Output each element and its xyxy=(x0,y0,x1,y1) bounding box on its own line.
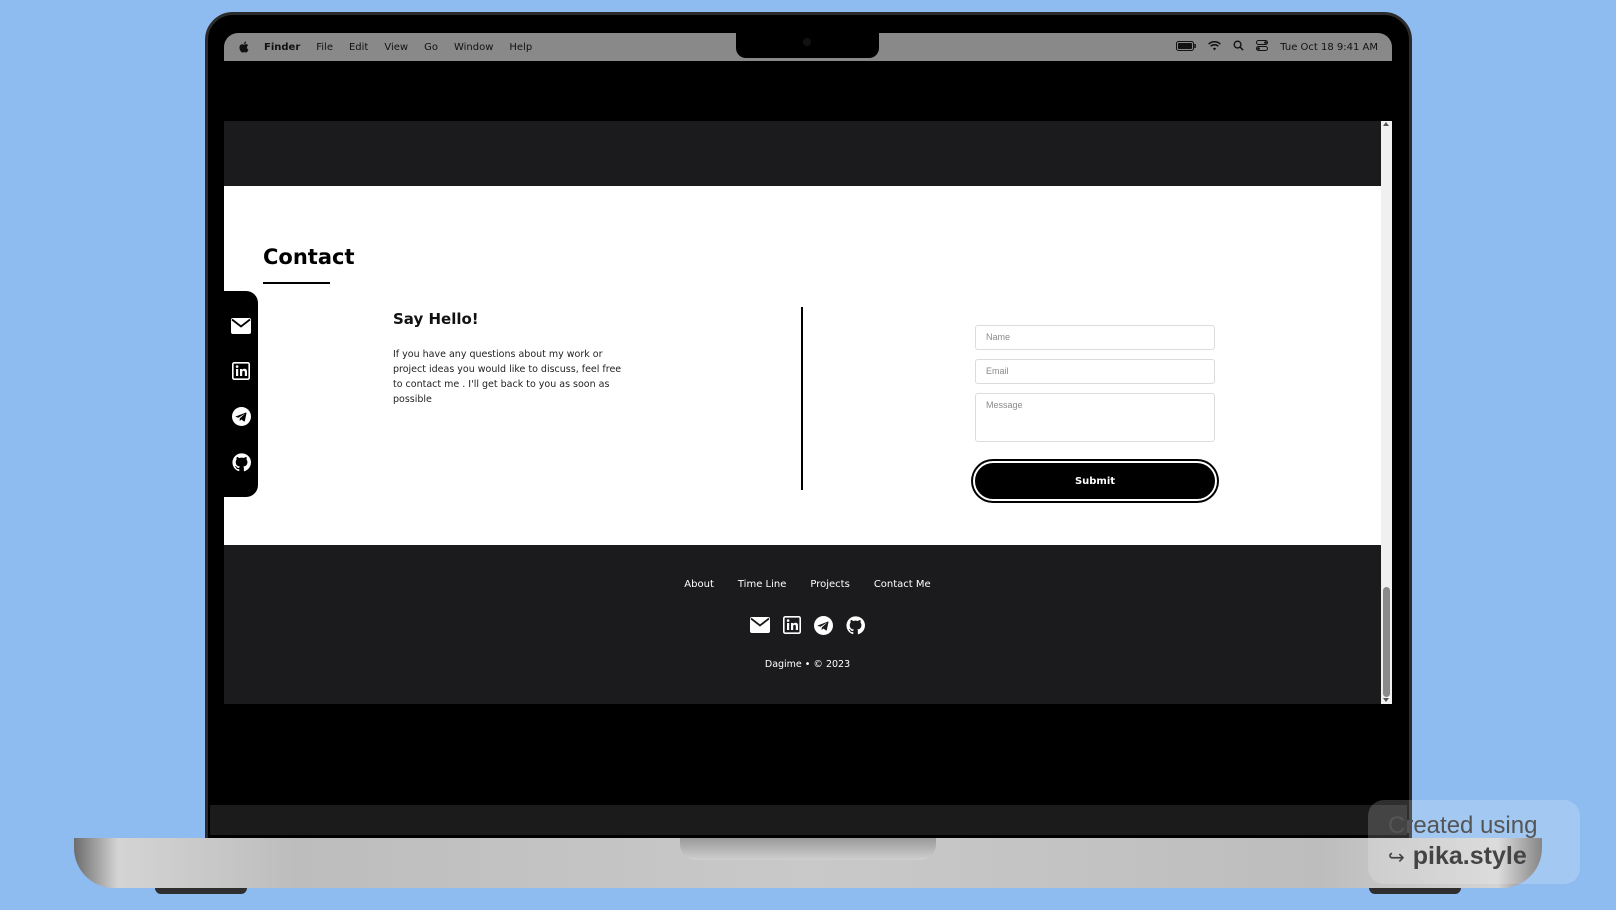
vertical-divider xyxy=(801,307,803,490)
github-icon[interactable] xyxy=(846,615,866,635)
header-band xyxy=(224,121,1381,186)
laptop-foot-left xyxy=(155,888,247,894)
web-page: Contact Say Hello! If you have any quest… xyxy=(224,121,1392,704)
page-scrollbar[interactable] xyxy=(1381,121,1392,704)
screen-bottom-area xyxy=(224,704,1392,804)
menu-edit[interactable]: Edit xyxy=(349,42,368,53)
email-input[interactable]: Email xyxy=(975,359,1215,384)
footer-social-icons xyxy=(224,615,1381,635)
menu-view[interactable]: View xyxy=(384,42,408,53)
menu-file[interactable]: File xyxy=(316,42,333,53)
linkedin-icon[interactable] xyxy=(230,360,252,382)
watermark-line1: Created using xyxy=(1388,812,1538,839)
menu-app-name[interactable]: Finder xyxy=(264,42,300,53)
screen-top-area xyxy=(224,61,1392,121)
laptop-foot-right xyxy=(1369,888,1461,894)
scroll-up-arrow-icon[interactable] xyxy=(1383,122,1389,126)
linkedin-icon[interactable] xyxy=(782,615,802,635)
menubar-datetime[interactable]: Tue Oct 18 9:41 AM xyxy=(1280,42,1378,53)
side-social-bar xyxy=(224,291,258,497)
battery-icon[interactable] xyxy=(1176,40,1197,54)
camera-lens xyxy=(803,38,811,46)
footer-link-about[interactable]: About xyxy=(684,579,714,590)
contact-description: If you have any questions about my work … xyxy=(393,349,622,405)
return-arrow-icon: ↪ xyxy=(1388,847,1405,869)
footer-link-timeline[interactable]: Time Line xyxy=(738,579,787,590)
mail-icon[interactable] xyxy=(749,615,770,635)
laptop-chin xyxy=(210,805,1407,835)
wifi-icon[interactable] xyxy=(1208,40,1222,54)
footer-nav: About Time Line Projects Contact Me xyxy=(224,579,1381,590)
say-hello-heading: Say Hello! xyxy=(393,310,479,328)
pika-watermark: Created using ↪ pika.style xyxy=(1368,800,1580,884)
message-textarea[interactable]: Message xyxy=(975,393,1215,442)
watermark-line2: ↪ pika.style xyxy=(1388,842,1560,871)
footer-copyright: Dagime • © 2023 xyxy=(764,659,851,670)
name-input[interactable]: Name xyxy=(975,325,1215,350)
control-center-icon[interactable] xyxy=(1256,40,1269,54)
telegram-icon[interactable] xyxy=(230,406,252,428)
menu-go[interactable]: Go xyxy=(424,42,438,53)
watermark-brand: pika.style xyxy=(1412,842,1527,870)
scroll-down-arrow-icon[interactable] xyxy=(1383,698,1389,702)
footer-link-projects[interactable]: Projects xyxy=(810,579,849,590)
contact-section-title: Contact xyxy=(263,245,355,269)
menu-window[interactable]: Window xyxy=(454,42,493,53)
search-icon[interactable] xyxy=(1233,40,1244,54)
apple-logo-icon[interactable] xyxy=(238,41,250,53)
scrollbar-thumb[interactable] xyxy=(1383,587,1390,697)
github-icon[interactable] xyxy=(230,451,252,473)
camera-notch xyxy=(736,33,879,58)
footer-link-contact[interactable]: Contact Me xyxy=(874,579,931,590)
laptop-hinge-notch xyxy=(680,838,936,860)
telegram-icon[interactable] xyxy=(814,615,834,635)
footer: About Time Line Projects Contact Me Dagi… xyxy=(224,545,1381,704)
menu-help[interactable]: Help xyxy=(509,42,532,53)
mail-icon[interactable] xyxy=(230,315,252,337)
submit-button[interactable]: Submit xyxy=(973,461,1217,501)
title-underline xyxy=(263,282,330,284)
